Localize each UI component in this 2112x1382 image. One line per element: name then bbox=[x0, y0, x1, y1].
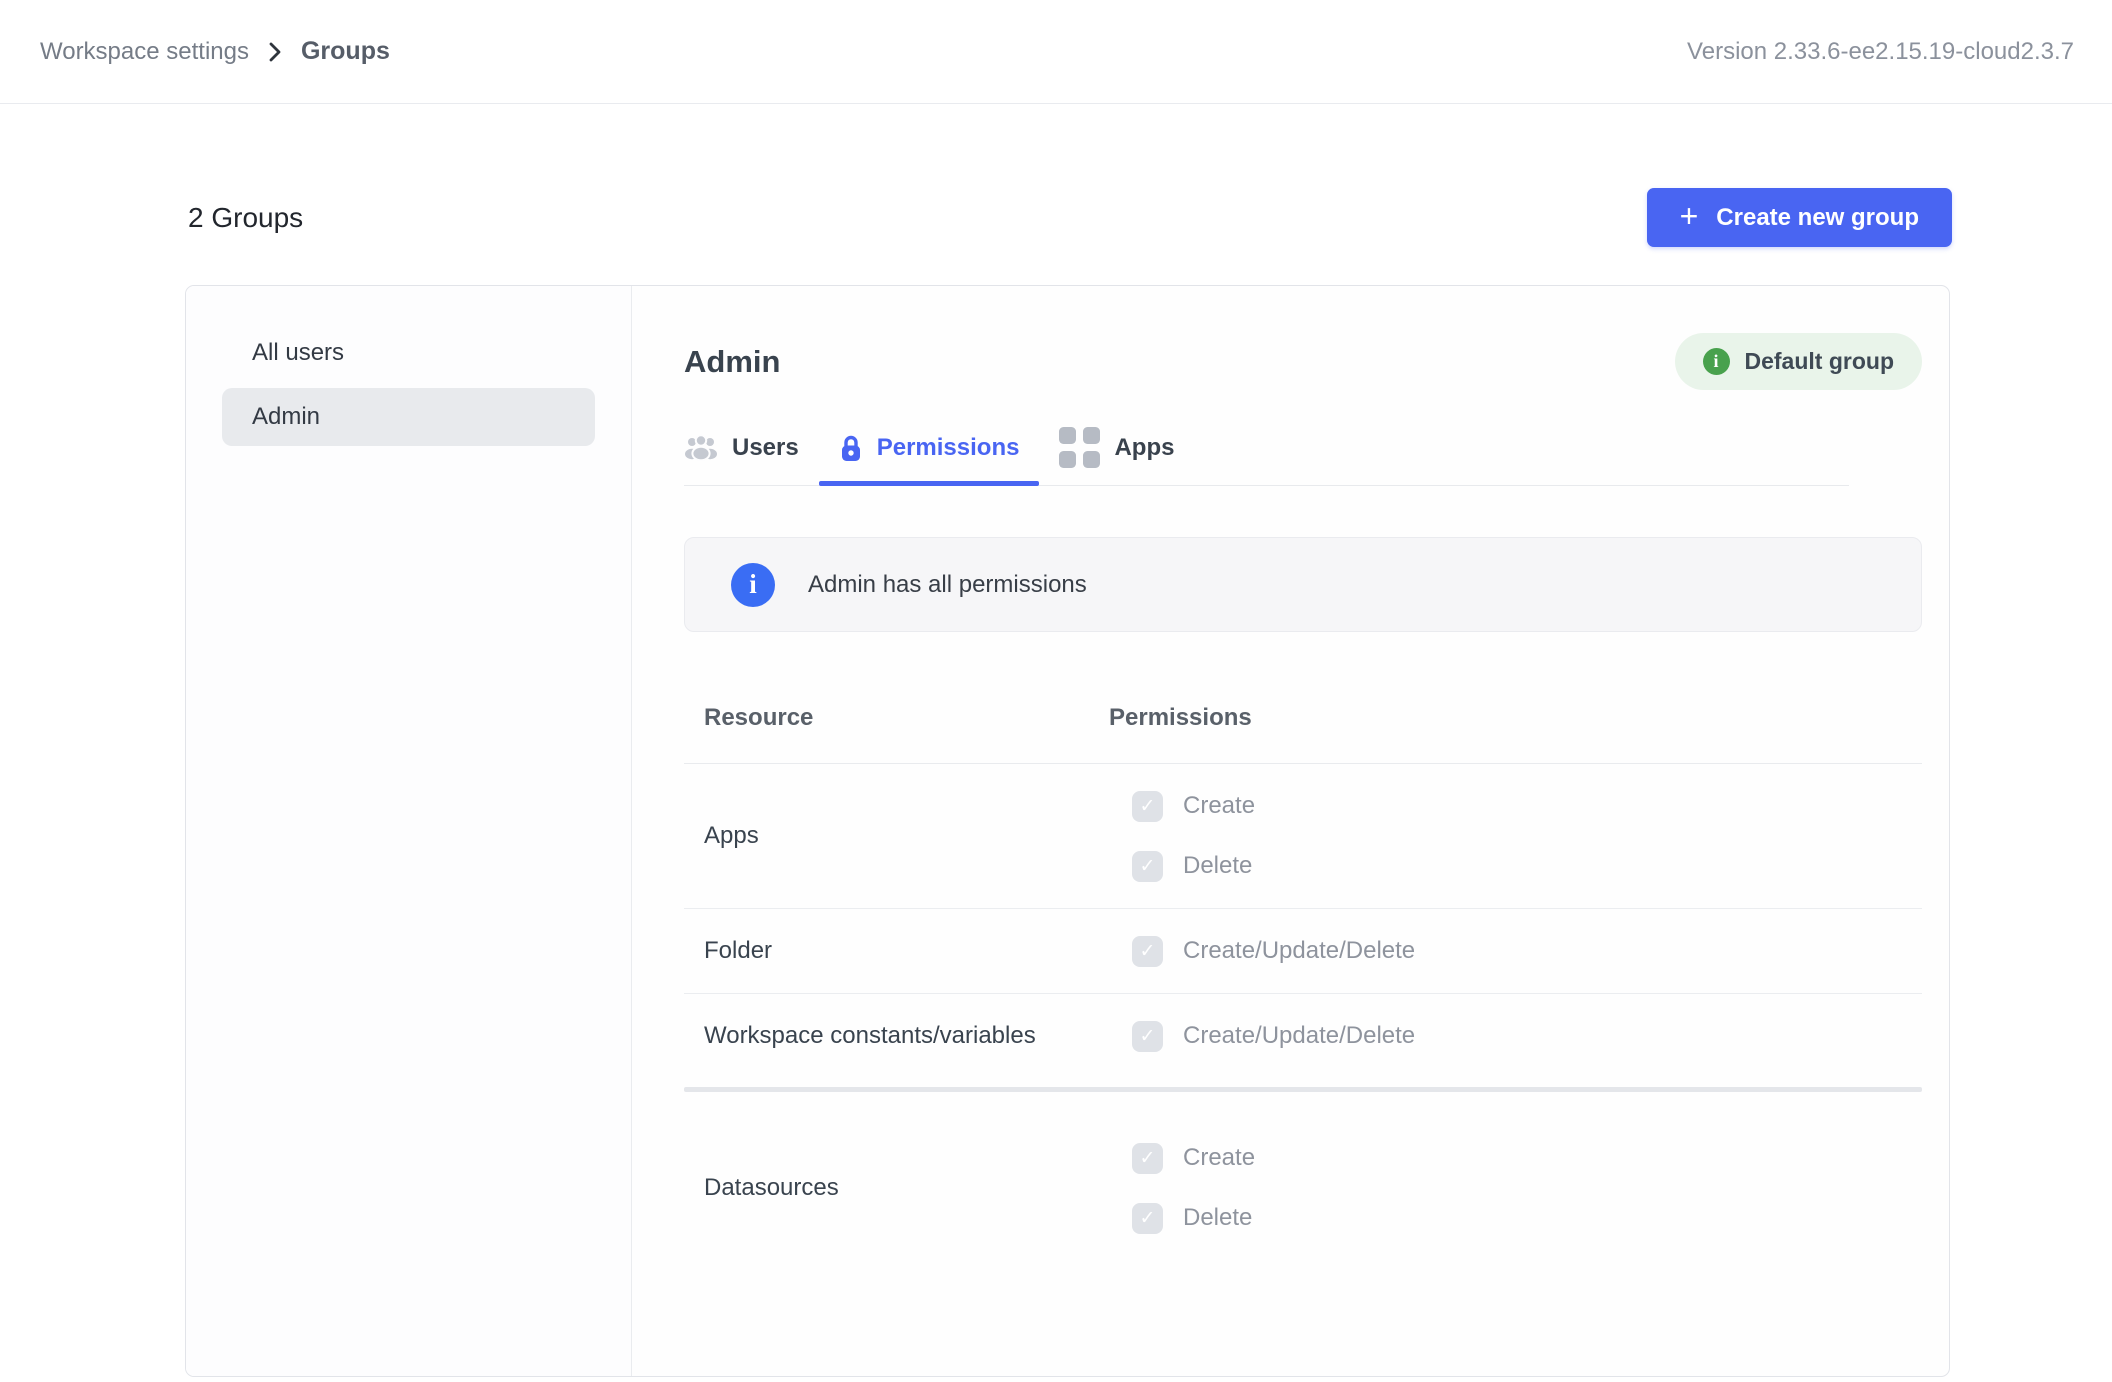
groups-panel: All users Admin Admin i Default group bbox=[185, 285, 1950, 1377]
check-icon: ✓ bbox=[1140, 795, 1156, 818]
tab-users-label: Users bbox=[732, 434, 799, 462]
groups-toolbar: 2 Groups + Create new group bbox=[188, 188, 1952, 247]
resource-label: Apps bbox=[684, 822, 1109, 850]
group-title: Admin bbox=[684, 344, 780, 380]
checkbox-checked-disabled: ✓ bbox=[1132, 1021, 1163, 1052]
create-new-group-button[interactable]: + Create new group bbox=[1647, 188, 1952, 247]
breadcrumb-workspace-settings[interactable]: Workspace settings bbox=[40, 38, 249, 66]
sidebar-item-admin[interactable]: Admin bbox=[222, 388, 595, 446]
permission-label: Create bbox=[1183, 1144, 1255, 1172]
permissions-table: Resource Permissions Apps ✓ Create ✓ Del… bbox=[684, 672, 1922, 1260]
tab-apps[interactable]: Apps bbox=[1039, 411, 1194, 485]
chevron-right-icon bbox=[267, 40, 283, 64]
column-header-resource: Resource bbox=[684, 704, 1109, 732]
check-icon: ✓ bbox=[1140, 940, 1156, 963]
checkbox-checked-disabled: ✓ bbox=[1132, 851, 1163, 882]
tab-users[interactable]: Users bbox=[684, 411, 819, 485]
info-banner-text: Admin has all permissions bbox=[808, 571, 1087, 599]
check-icon: ✓ bbox=[1140, 855, 1156, 878]
users-icon bbox=[684, 434, 718, 461]
checkbox-checked-disabled: ✓ bbox=[1132, 1203, 1163, 1234]
permission-label: Delete bbox=[1183, 852, 1252, 880]
info-icon: i bbox=[731, 563, 775, 607]
breadcrumb: Workspace settings Groups bbox=[40, 37, 390, 66]
version-label: Version 2.33.6-ee2.15.19-cloud2.3.7 bbox=[1687, 38, 2074, 66]
groups-count: 2 Groups bbox=[188, 202, 303, 234]
tab-apps-label: Apps bbox=[1114, 434, 1174, 462]
checkbox-checked-disabled: ✓ bbox=[1132, 791, 1163, 822]
permission-label: Create/Update/Delete bbox=[1183, 1022, 1415, 1050]
check-icon: ✓ bbox=[1140, 1207, 1156, 1230]
group-detail-pane: Admin i Default group bbox=[632, 286, 1949, 1376]
group-tabs: Users Permissions bbox=[684, 411, 1849, 486]
tab-permissions-label: Permissions bbox=[877, 434, 1020, 462]
permission-row-apps: Apps ✓ Create ✓ Delete bbox=[684, 764, 1922, 909]
check-icon: ✓ bbox=[1140, 1025, 1156, 1048]
column-header-permissions: Permissions bbox=[1109, 704, 1252, 732]
default-group-badge: i Default group bbox=[1675, 333, 1923, 390]
info-icon: i bbox=[1703, 348, 1730, 375]
resource-label: Workspace constants/variables bbox=[684, 1022, 1109, 1050]
checkbox-checked-disabled: ✓ bbox=[1132, 936, 1163, 967]
check-icon: ✓ bbox=[1140, 1147, 1156, 1170]
permission-label: Create bbox=[1183, 792, 1255, 820]
breadcrumb-current-groups: Groups bbox=[301, 37, 390, 66]
permission-label: Delete bbox=[1183, 1204, 1252, 1232]
section-divider bbox=[684, 1087, 1922, 1092]
permission-row-datasources: Datasources ✓ Create ✓ Delete bbox=[684, 1116, 1922, 1260]
group-list-sidebar: All users Admin bbox=[186, 286, 632, 1376]
resource-label: Folder bbox=[684, 937, 1109, 965]
group-header-row: Admin i Default group bbox=[684, 333, 1922, 390]
plus-icon: + bbox=[1680, 200, 1699, 232]
resource-label: Datasources bbox=[684, 1174, 1109, 1202]
permissions-table-header: Resource Permissions bbox=[684, 672, 1922, 764]
permission-row-folder: Folder ✓ Create/Update/Delete bbox=[684, 909, 1922, 994]
top-bar: Workspace settings Groups Version 2.33.6… bbox=[0, 0, 2112, 104]
permission-row-workspace-constants: Workspace constants/variables ✓ Create/U… bbox=[684, 994, 1922, 1078]
lock-icon bbox=[839, 433, 863, 463]
checkbox-checked-disabled: ✓ bbox=[1132, 1143, 1163, 1174]
info-banner: i Admin has all permissions bbox=[684, 537, 1922, 632]
default-group-label: Default group bbox=[1745, 348, 1895, 375]
create-new-group-label: Create new group bbox=[1716, 204, 1919, 232]
sidebar-item-label: Admin bbox=[252, 403, 320, 431]
sidebar-item-label: All users bbox=[252, 339, 344, 367]
tab-permissions[interactable]: Permissions bbox=[819, 411, 1040, 485]
sidebar-item-all-users[interactable]: All users bbox=[222, 324, 595, 382]
grid-icon bbox=[1059, 427, 1100, 468]
permission-label: Create/Update/Delete bbox=[1183, 937, 1415, 965]
